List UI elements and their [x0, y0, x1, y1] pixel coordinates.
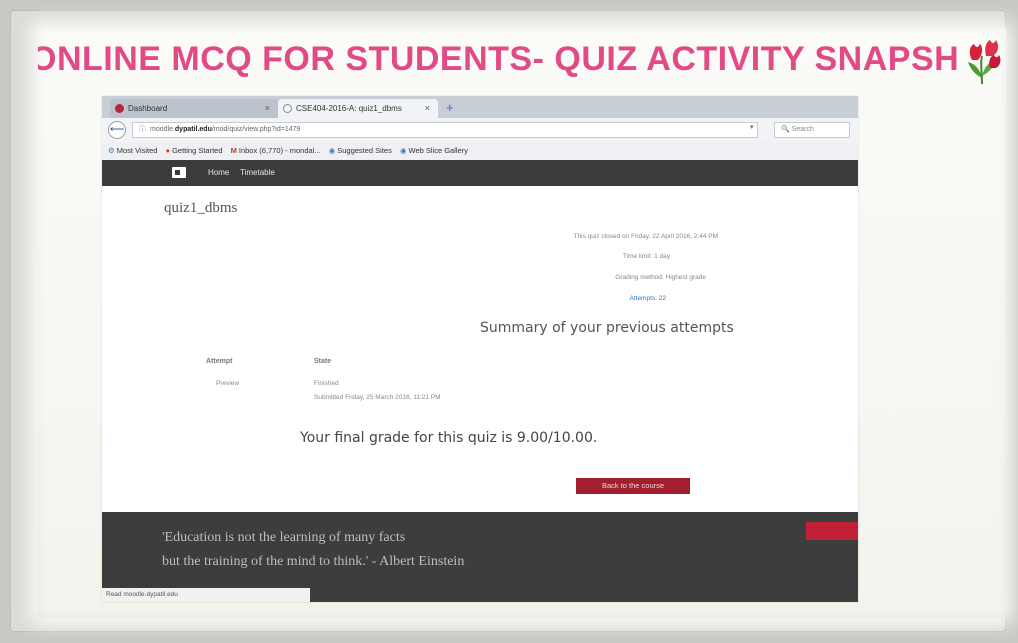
search-input[interactable]: 🔍 Search [774, 122, 850, 138]
bookmark-label: Getting Started [172, 146, 223, 155]
gmail-icon: M [230, 146, 237, 155]
loading-icon [283, 104, 292, 113]
new-tab-button[interactable]: + [446, 99, 454, 117]
summary-title: Summary of your previous attempts [480, 320, 734, 336]
url-bar: ⟵ ⓘ moodle.dypatil.edu/mod/quiz/view.php?… [102, 118, 858, 143]
table-header-state: State [314, 358, 332, 365]
address-input[interactable]: ⓘ moodle.dypatil.edu/mod/quiz/view.php?id… [132, 122, 758, 138]
tab-label: CSE404-2016-A: quiz1_dbms [296, 104, 402, 113]
info-icon[interactable]: ⓘ [139, 126, 146, 133]
grading-method: Grading method: Highest grade [615, 274, 706, 281]
footer-accent [806, 522, 858, 540]
site-navbar: Home Timetable [102, 160, 858, 186]
globe-icon: ◉ [399, 146, 407, 155]
tab-label: Dashboard [128, 104, 168, 113]
url-host: dypatil.edu [174, 126, 212, 133]
bookmark-getting-started[interactable]: ● Getting Started [166, 142, 223, 160]
close-icon[interactable]: × [265, 99, 270, 118]
footer-quote: 'Education is not the learning of many f… [162, 530, 465, 569]
bookmark-most-visited[interactable]: ⚙ Most Visited [108, 142, 157, 160]
state-cell: Finished [314, 380, 339, 387]
tulip-icon [968, 40, 1001, 85]
chevron-down-icon[interactable]: ▾ [750, 123, 754, 131]
time-limit: Time limit: 1 day [622, 253, 670, 260]
bookmark-inbox[interactable]: M Inbox (6,770) - mondal... [231, 142, 321, 160]
moodle-favicon-icon [115, 104, 124, 113]
url-prefix: moodle. [150, 126, 175, 133]
slide-title: ONLINE MCQ FOR STUDENTS- QUIZ ACTIVITY S… [38, 40, 960, 78]
back-button[interactable]: ⟵ [108, 121, 126, 139]
quiz-content: quiz1_dbms This quiz closed on Friday, 2… [102, 186, 858, 512]
close-icon[interactable]: × [425, 99, 430, 118]
bookmarks-bar: ⚙ Most Visited ● Getting Started M Inbox (6… [102, 142, 858, 160]
gear-icon: ⚙ [108, 146, 115, 155]
attempt-cell: Preview [216, 380, 240, 387]
submitted-cell: Submitted Friday, 25 March 2016, 11:21 P… [314, 394, 441, 401]
nav-timetable[interactable]: Timetable [240, 160, 275, 186]
bookmark-web-slice-gallery[interactable]: ◉ Web Slice Gallery [400, 142, 468, 160]
url-path: /mod/quiz/view.php?id=1479 [211, 126, 301, 133]
nav-home[interactable]: Home [208, 160, 229, 186]
back-to-course-button[interactable]: Back to the course [576, 478, 690, 494]
browser-window: Dashboard × CSE404-2016-A: quiz1_dbms × … [102, 96, 858, 602]
bookmark-suggested-sites[interactable]: ◉ Suggested Sites [329, 142, 392, 160]
bookmark-label: Inbox (6,770) - mondal... [238, 146, 321, 155]
firefox-icon: ● [165, 146, 171, 155]
quiz-closed-info: This quiz closed on Friday, 22 April 201… [573, 233, 718, 240]
bookmark-label: Suggested Sites [337, 146, 392, 155]
bookmark-label: Most Visited [116, 146, 158, 155]
globe-icon: ◉ [328, 146, 336, 155]
table-header-attempt: Attempt [206, 358, 233, 365]
slide: ONLINE MCQ FOR STUDENTS- QUIZ ACTIVITY S… [38, 28, 1006, 618]
bookmark-label: Web Slice Gallery [408, 146, 468, 155]
status-bar: Read moodle.dypatil.edu [102, 588, 310, 602]
tab-dashboard[interactable]: Dashboard × [110, 99, 278, 118]
attempts-link[interactable]: Attempts: 22 [630, 295, 667, 302]
menu-toggle-icon[interactable] [172, 167, 186, 178]
tab-bar: Dashboard × CSE404-2016-A: quiz1_dbms × … [102, 96, 858, 118]
tab-quiz[interactable]: CSE404-2016-A: quiz1_dbms × [278, 99, 438, 118]
page-title: quiz1_dbms [164, 200, 238, 216]
final-grade: Your final grade for this quiz is 9.00/1… [300, 430, 598, 446]
